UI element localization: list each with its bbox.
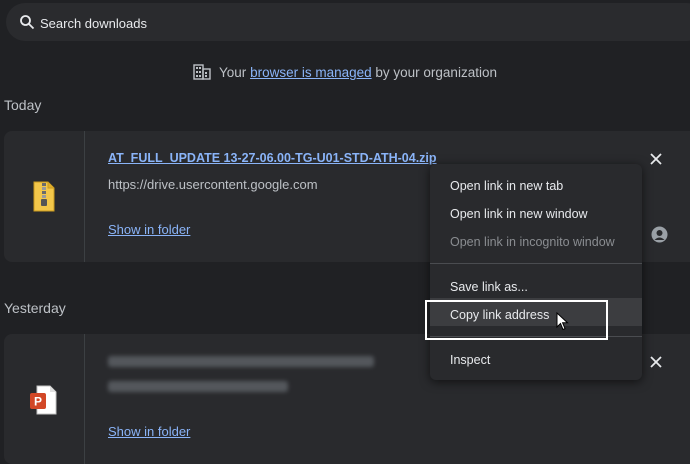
blurred-filename bbox=[108, 356, 374, 367]
menu-item-open-incognito: Open link in incognito window bbox=[450, 235, 615, 249]
search-icon bbox=[20, 15, 35, 30]
menu-item-open-new-tab[interactable]: Open link in new tab bbox=[450, 179, 563, 193]
card-divider bbox=[84, 334, 85, 464]
close-icon[interactable] bbox=[650, 356, 662, 368]
selection-highlight-box bbox=[425, 300, 608, 340]
svg-text:P: P bbox=[34, 395, 42, 409]
section-yesterday: Yesterday bbox=[4, 300, 66, 316]
managed-suffix: by your organization bbox=[375, 65, 497, 80]
menu-item-save-link-as[interactable]: Save link as... bbox=[450, 280, 528, 294]
menu-separator bbox=[430, 263, 642, 264]
show-in-folder-link[interactable]: Show in folder bbox=[108, 222, 190, 237]
browser-managed-link[interactable]: browser is managed bbox=[250, 65, 372, 80]
blurred-source-url bbox=[108, 381, 288, 392]
managed-notice: Your browser is managed by your organiza… bbox=[0, 64, 690, 80]
show-in-folder-link[interactable]: Show in folder bbox=[108, 424, 190, 439]
link-context-menu: Open link in new tab Open link in new wi… bbox=[430, 164, 642, 380]
search-bar[interactable]: Search downloads bbox=[6, 3, 690, 41]
managed-shield-icon bbox=[651, 226, 668, 243]
menu-item-inspect[interactable]: Inspect bbox=[450, 353, 490, 367]
powerpoint-file-icon: P bbox=[30, 385, 57, 415]
download-filename-link[interactable]: AT_FULL_UPDATE 13-27-06.00-TG-U01-STD-AT… bbox=[108, 151, 437, 165]
download-source-url: https://drive.usercontent.google.com bbox=[108, 177, 318, 192]
managed-prefix: Your bbox=[219, 65, 247, 80]
close-icon[interactable] bbox=[650, 153, 662, 165]
building-icon bbox=[193, 64, 211, 80]
section-today: Today bbox=[4, 97, 42, 113]
search-input[interactable]: Search downloads bbox=[40, 16, 147, 31]
menu-item-open-new-window[interactable]: Open link in new window bbox=[450, 207, 588, 221]
zip-file-icon bbox=[33, 181, 55, 212]
mouse-pointer-icon bbox=[556, 312, 569, 331]
card-divider bbox=[84, 131, 85, 262]
